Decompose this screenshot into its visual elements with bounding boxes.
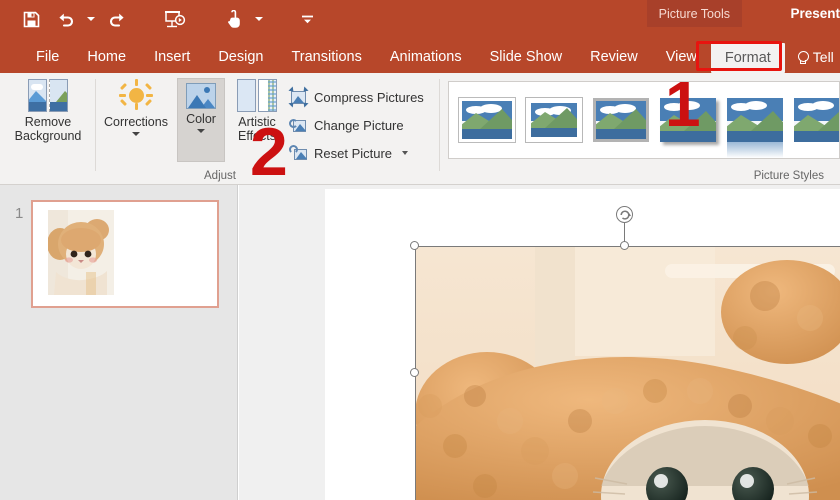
- tab-insert[interactable]: Insert: [140, 49, 204, 73]
- corrections-dropdown-icon[interactable]: [132, 132, 140, 137]
- color-dropdown-icon[interactable]: [197, 129, 205, 134]
- picture-style-thumbnail[interactable]: [794, 98, 839, 142]
- slide-1-thumbnail[interactable]: [31, 200, 219, 308]
- title-bar: Picture Tools Present: [0, 0, 840, 38]
- picture-styles-gallery[interactable]: [448, 81, 840, 159]
- ribbon-group-picture-styles: Picture Styles: [444, 73, 840, 185]
- context-tools-label: Picture Tools: [646, 0, 742, 27]
- selection-handle-top-center[interactable]: [620, 241, 629, 250]
- reset-picture-button[interactable]: Reset Picture: [289, 141, 424, 165]
- picture-styles-group-label: Picture Styles: [753, 170, 824, 182]
- tab-file[interactable]: File: [22, 49, 73, 73]
- tab-transitions[interactable]: Transitions: [277, 49, 375, 73]
- touch-mode-icon[interactable]: [216, 4, 250, 34]
- undo-icon[interactable]: [48, 4, 82, 34]
- tab-home[interactable]: Home: [73, 49, 140, 73]
- remove-background-button[interactable]: Remove Background: [8, 73, 88, 144]
- corrections-icon: [118, 79, 154, 112]
- reset-picture-icon: [289, 144, 308, 162]
- start-slideshow-icon[interactable]: [158, 4, 192, 34]
- picture-style-thumbnail[interactable]: [727, 98, 783, 158]
- adjust-small-commands: Compress Pictures Change Picture Reset P…: [288, 85, 424, 165]
- tab-slide-show[interactable]: Slide Show: [476, 49, 577, 73]
- powerpoint-window: Picture Tools Present File Home Insert D…: [0, 0, 840, 500]
- tab-design[interactable]: Design: [204, 49, 277, 73]
- slide-editor-area: [239, 185, 840, 500]
- tell-me-box[interactable]: Tell: [785, 49, 834, 73]
- document-title: Present: [790, 6, 840, 21]
- quick-access-toolbar: [14, 0, 324, 38]
- remove-background-label-line2: Background: [14, 129, 82, 144]
- tab-animations[interactable]: Animations: [376, 49, 476, 73]
- slide-number-label: 1: [15, 205, 24, 222]
- picture-style-thumbnail[interactable]: [459, 98, 515, 142]
- color-button[interactable]: Color: [177, 77, 225, 134]
- lightbulb-icon: [797, 50, 809, 64]
- ribbon: Remove Background Corrections Color Arti…: [0, 73, 840, 221]
- compress-pictures-label: Compress Pictures: [314, 89, 424, 105]
- change-picture-button[interactable]: Change Picture: [289, 113, 424, 137]
- picture-image: [415, 246, 840, 500]
- rotation-handle[interactable]: [616, 206, 633, 223]
- change-picture-label: Change Picture: [314, 117, 404, 133]
- color-picture-icon: [186, 83, 216, 109]
- step-marker-2: 2: [250, 114, 288, 190]
- ribbon-tab-strip: File Home Insert Design Transitions Anim…: [0, 38, 840, 73]
- artistic-effects-icon: [237, 79, 277, 112]
- save-icon[interactable]: [14, 4, 48, 34]
- corrections-label: Corrections: [104, 115, 168, 129]
- compress-pictures-button[interactable]: Compress Pictures: [288, 85, 424, 109]
- selection-handle-top-left[interactable]: [410, 241, 419, 250]
- slide-thumbnail-panel[interactable]: 1: [0, 185, 238, 500]
- corrections-button[interactable]: Corrections: [99, 73, 173, 137]
- slide-canvas[interactable]: [325, 189, 840, 500]
- tab-format[interactable]: Format: [710, 43, 785, 73]
- color-label: Color: [186, 112, 216, 126]
- workspace: 1: [0, 185, 840, 500]
- picture-style-thumbnail[interactable]: [593, 98, 649, 142]
- cat-in-teddy-hood-picture[interactable]: [415, 246, 840, 500]
- step-marker-1: 1: [665, 68, 701, 140]
- ribbon-group-adjust: Remove Background Corrections Color Arti…: [0, 73, 440, 221]
- touch-mode-dropdown-icon[interactable]: [250, 4, 268, 34]
- reset-picture-label: Reset Picture: [314, 145, 393, 161]
- redo-icon[interactable]: [100, 4, 134, 34]
- undo-dropdown-icon[interactable]: [82, 4, 100, 34]
- picture-style-thumbnail[interactable]: [526, 98, 582, 142]
- adjust-group-label: Adjust: [204, 170, 236, 182]
- remove-background-label-line1: Remove: [24, 115, 72, 129]
- compress-pictures-icon: [288, 86, 309, 108]
- tab-review[interactable]: Review: [576, 49, 652, 73]
- reset-picture-dropdown-icon[interactable]: [402, 151, 409, 155]
- tell-me-label: Tell: [812, 49, 834, 65]
- cat-in-teddy-hood-thumbnail-image: [48, 210, 114, 295]
- customize-qat-icon[interactable]: [290, 4, 324, 34]
- selection-handle-middle-left[interactable]: [410, 368, 419, 377]
- remove-background-icon: [28, 79, 68, 112]
- change-picture-icon: [289, 116, 308, 134]
